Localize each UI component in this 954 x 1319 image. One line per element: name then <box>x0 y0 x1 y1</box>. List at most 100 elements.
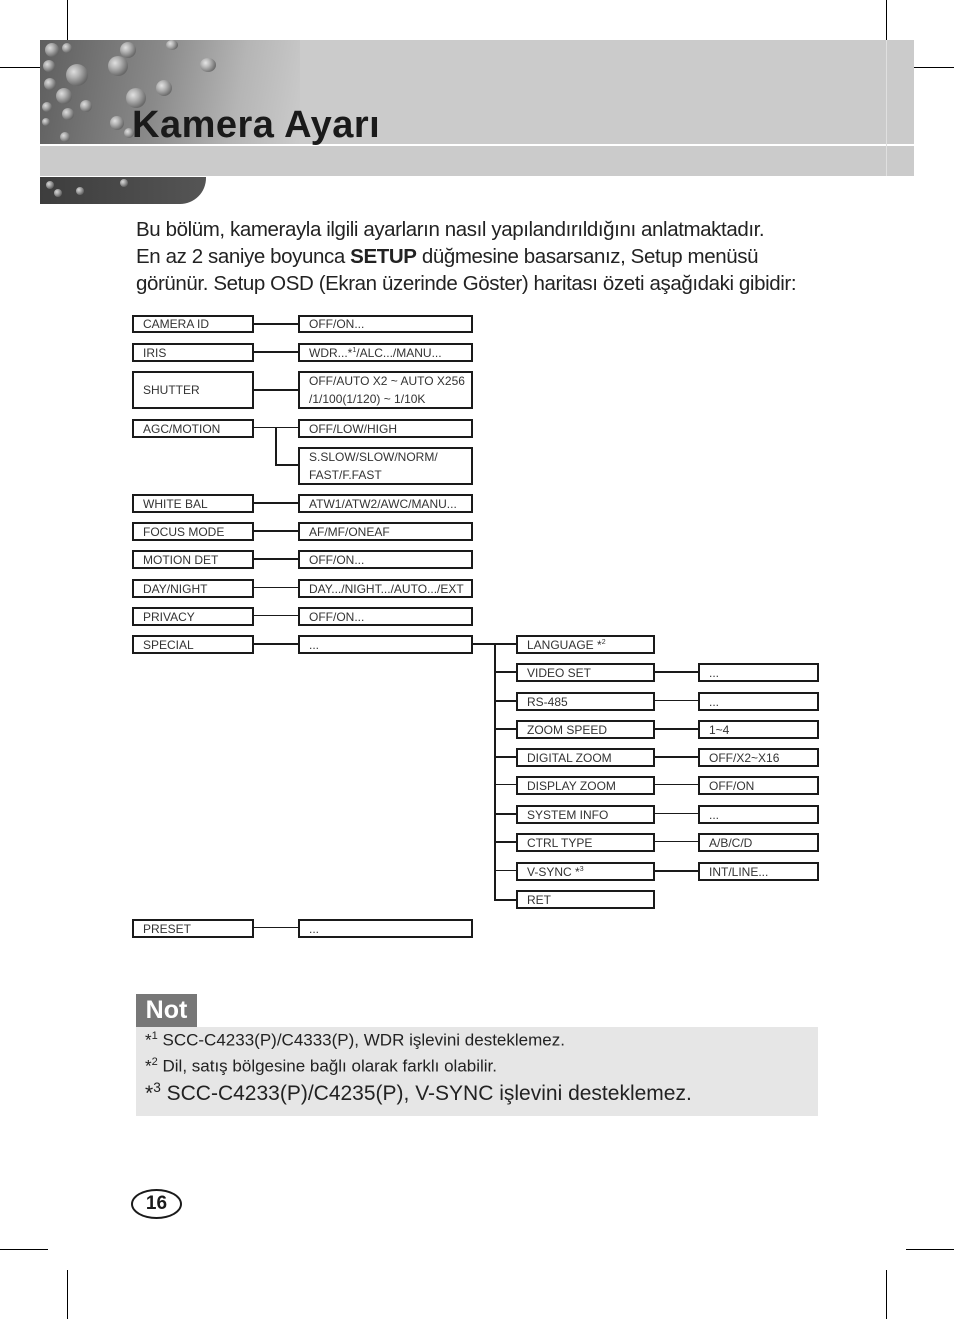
menu-item-camera-id: CAMERA ID <box>132 315 254 333</box>
submenu-value-text: INT/LINE... <box>709 864 769 879</box>
menu-option-motion-det: OFF/ON... <box>298 550 473 569</box>
menu-option-text: FAST/F.FAST <box>309 468 382 482</box>
menu-option-text: OFF/LOW/HIGH <box>309 421 397 436</box>
footnote-1: *1 SCC-C4233(P)/C4333(P), WDR işlevini d… <box>145 1030 565 1050</box>
submenu-value-v-sync: INT/LINE... <box>698 862 819 881</box>
connector-line <box>655 671 699 673</box>
connector-line <box>254 643 299 645</box>
menu-item-label: SPECIAL <box>143 637 194 652</box>
submenu-value-system-info: ... <box>698 805 819 824</box>
intro-line: Bu bölüm, kamerayla ilgili ayarların nas… <box>136 218 765 241</box>
submenu-value-video-set: ... <box>698 663 819 682</box>
page-number: 16 <box>131 1189 182 1219</box>
crop-mark <box>0 1249 48 1250</box>
submenu-item-label: DISPLAY ZOOM <box>527 778 616 793</box>
connector-line <box>655 813 699 814</box>
connector-line <box>254 389 299 391</box>
connector-line <box>254 530 299 532</box>
connector-line <box>275 464 299 466</box>
menu-item-shutter: SHUTTER <box>132 371 254 409</box>
menu-option-preset: ... <box>298 919 473 938</box>
intro-line: En az 2 saniye boyunca SETUP düğmesine b… <box>136 243 856 270</box>
menu-option-motion: S.SLOW/SLOW/NORM/FAST/F.FAST <box>298 447 473 485</box>
submenu-item-label: RET <box>527 892 551 907</box>
submenu-value-text: A/B/C/D <box>709 835 753 850</box>
menu-option-text: ATW1/ATW2/AWC/MANU... <box>309 496 457 511</box>
menu-option-text: DAY.../NIGHT.../AUTO.../EXT <box>309 581 464 596</box>
header-band <box>40 146 914 176</box>
menu-item-motion-det: MOTION DET <box>132 550 254 569</box>
submenu-value-text: ... <box>709 694 720 709</box>
menu-item-label: PRIVACY <box>143 609 195 624</box>
connector-line <box>494 756 516 758</box>
intro-text: düğmesine basarsanız, Setup menüsü <box>416 245 759 268</box>
connector-line <box>655 870 699 872</box>
menu-item-preset: PRESET <box>132 919 254 938</box>
setup-button-name: SETUP <box>350 245 417 268</box>
menu-option-text: S.SLOW/SLOW/NORM/ <box>309 450 438 464</box>
submenu-item-display-zoom: DISPLAY ZOOM <box>516 776 655 795</box>
connector-line <box>254 351 299 353</box>
submenu-item-zoom-speed: ZOOM SPEED <box>516 720 655 739</box>
crop-mark <box>906 1249 954 1250</box>
connector-line <box>494 841 516 843</box>
menu-item-label: MOTION DET <box>143 552 219 567</box>
submenu-item-rs485: RS-485 <box>516 692 655 711</box>
connector-line <box>494 899 516 901</box>
submenu-value-text: OFF/ON <box>709 778 755 793</box>
menu-option-agc: OFF/LOW/HIGH <box>298 419 473 438</box>
crop-mark <box>886 1270 887 1319</box>
submenu-item-v-sync: V-SYNC *3 <box>516 862 655 881</box>
connector-line <box>275 427 277 466</box>
menu-item-label: AGC/MOTION <box>143 421 221 436</box>
special-trunk-line <box>494 643 496 901</box>
footnote-ref: 2 <box>601 638 606 646</box>
submenu-item-label: LANGUAGE *2 <box>527 637 606 652</box>
connector-line <box>494 700 516 702</box>
menu-option-text: ... <box>309 921 320 936</box>
submenu-item-system-info: SYSTEM INFO <box>516 805 655 824</box>
footnote-ref: 3 <box>579 865 584 873</box>
menu-item-agc-motion: AGC/MOTION <box>132 419 254 438</box>
submenu-item-language: LANGUAGE *2 <box>516 635 655 654</box>
connector-line <box>494 728 516 730</box>
connector-line <box>494 813 516 815</box>
intro-text: En az 2 saniye boyunca <box>136 245 351 268</box>
menu-option-text: AF/MF/ONEAF <box>309 524 390 539</box>
submenu-value-digital-zoom: OFF/X2~X16 <box>698 748 819 767</box>
connector-line <box>254 323 299 325</box>
menu-option-shutter: OFF/AUTO X2 ~ AUTO X256/1/100(1/120) ~ 1… <box>298 371 473 409</box>
menu-item-label: CAMERA ID <box>143 317 210 331</box>
menu-item-label: SHUTTER <box>143 383 200 397</box>
intro-paragraph: Bu bölüm, kamerayla ilgili ayarların nas… <box>136 216 856 297</box>
submenu-value-rs485: ... <box>698 692 819 711</box>
page-title: Kamera Ayarı <box>132 104 381 146</box>
connector-line <box>655 841 699 842</box>
menu-option-text: ... <box>309 637 320 652</box>
connector-line <box>655 756 699 758</box>
submenu-value-text: 1~4 <box>709 722 730 737</box>
menu-option-iris: WDR...*1/ALC.../MANU... <box>298 343 473 362</box>
connector-line <box>655 700 699 701</box>
crop-mark <box>67 1270 68 1319</box>
menu-option-text: OFF/ON... <box>309 317 365 331</box>
submenu-value-text: ... <box>709 807 720 822</box>
menu-item-iris: IRIS <box>132 343 254 362</box>
connector-line <box>254 927 299 928</box>
submenu-item-video-set: VIDEO SET <box>516 663 655 682</box>
menu-option-camera-id: OFF/ON... <box>298 315 473 333</box>
connector-line <box>254 502 299 504</box>
menu-item-privacy: PRIVACY <box>132 607 254 626</box>
menu-item-label: DAY/NIGHT <box>143 581 208 596</box>
submenu-value-ctrl-type: A/B/C/D <box>698 833 819 852</box>
submenu-item-label: SYSTEM INFO <box>527 807 609 822</box>
menu-option-special: ... <box>298 635 473 654</box>
connector-line <box>494 671 516 673</box>
submenu-item-label: CTRL TYPE <box>527 835 593 850</box>
menu-option-text: OFF/AUTO X2 ~ AUTO X256 <box>309 374 465 388</box>
menu-item-special: SPECIAL <box>132 635 254 654</box>
note-heading: Not <box>136 994 197 1027</box>
footnote-2: *2 Dil, satış bölgesine bağlı olarak far… <box>145 1056 498 1076</box>
submenu-item-ret: RET <box>516 890 655 909</box>
menu-item-focus-mode: FOCUS MODE <box>132 522 254 541</box>
